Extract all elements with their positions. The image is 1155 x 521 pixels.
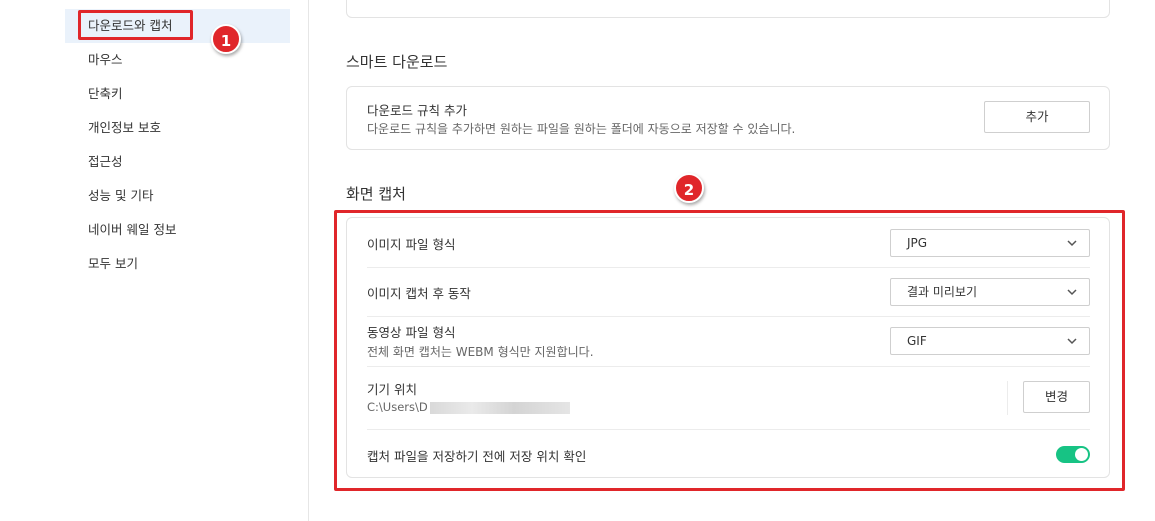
sidebar-item-performance[interactable]: 성능 및 기타 (65, 179, 290, 213)
sidebar-item-about-whale[interactable]: 네이버 웨일 정보 (65, 213, 290, 247)
highlight-box-1 (78, 10, 193, 40)
smart-download-title: 스마트 다운로드 (346, 53, 448, 71)
step-badge-2: 2 (674, 173, 704, 203)
settings-sidebar: 다운로드와 캡처 마우스 단축키 개인정보 보호 접근성 성능 및 기타 네이버… (0, 0, 309, 521)
step-badge-1: 1 (211, 24, 241, 54)
download-rule-desc: 다운로드 규칙을 추가하면 원하는 파일을 원하는 폴더에 자동으로 저장할 수… (367, 122, 796, 136)
download-rule-title: 다운로드 규칙 추가 (367, 103, 467, 118)
highlight-box-2 (334, 210, 1125, 491)
sidebar-item-privacy[interactable]: 개인정보 보호 (65, 111, 290, 145)
sidebar-item-accessibility[interactable]: 접근성 (65, 145, 290, 179)
screen-capture-title: 화면 캡처 (346, 185, 406, 203)
sidebar-item-shortcuts[interactable]: 단축키 (65, 77, 290, 111)
sidebar-item-mouse[interactable]: 마우스 (65, 43, 290, 77)
previous-card (346, 0, 1110, 18)
sidebar-item-view-all[interactable]: 모두 보기 (65, 247, 290, 281)
add-rule-button[interactable]: 추가 (984, 101, 1090, 133)
download-rule-card: 다운로드 규칙 추가 다운로드 규칙을 추가하면 원하는 파일을 원하는 폴더에… (346, 86, 1110, 150)
